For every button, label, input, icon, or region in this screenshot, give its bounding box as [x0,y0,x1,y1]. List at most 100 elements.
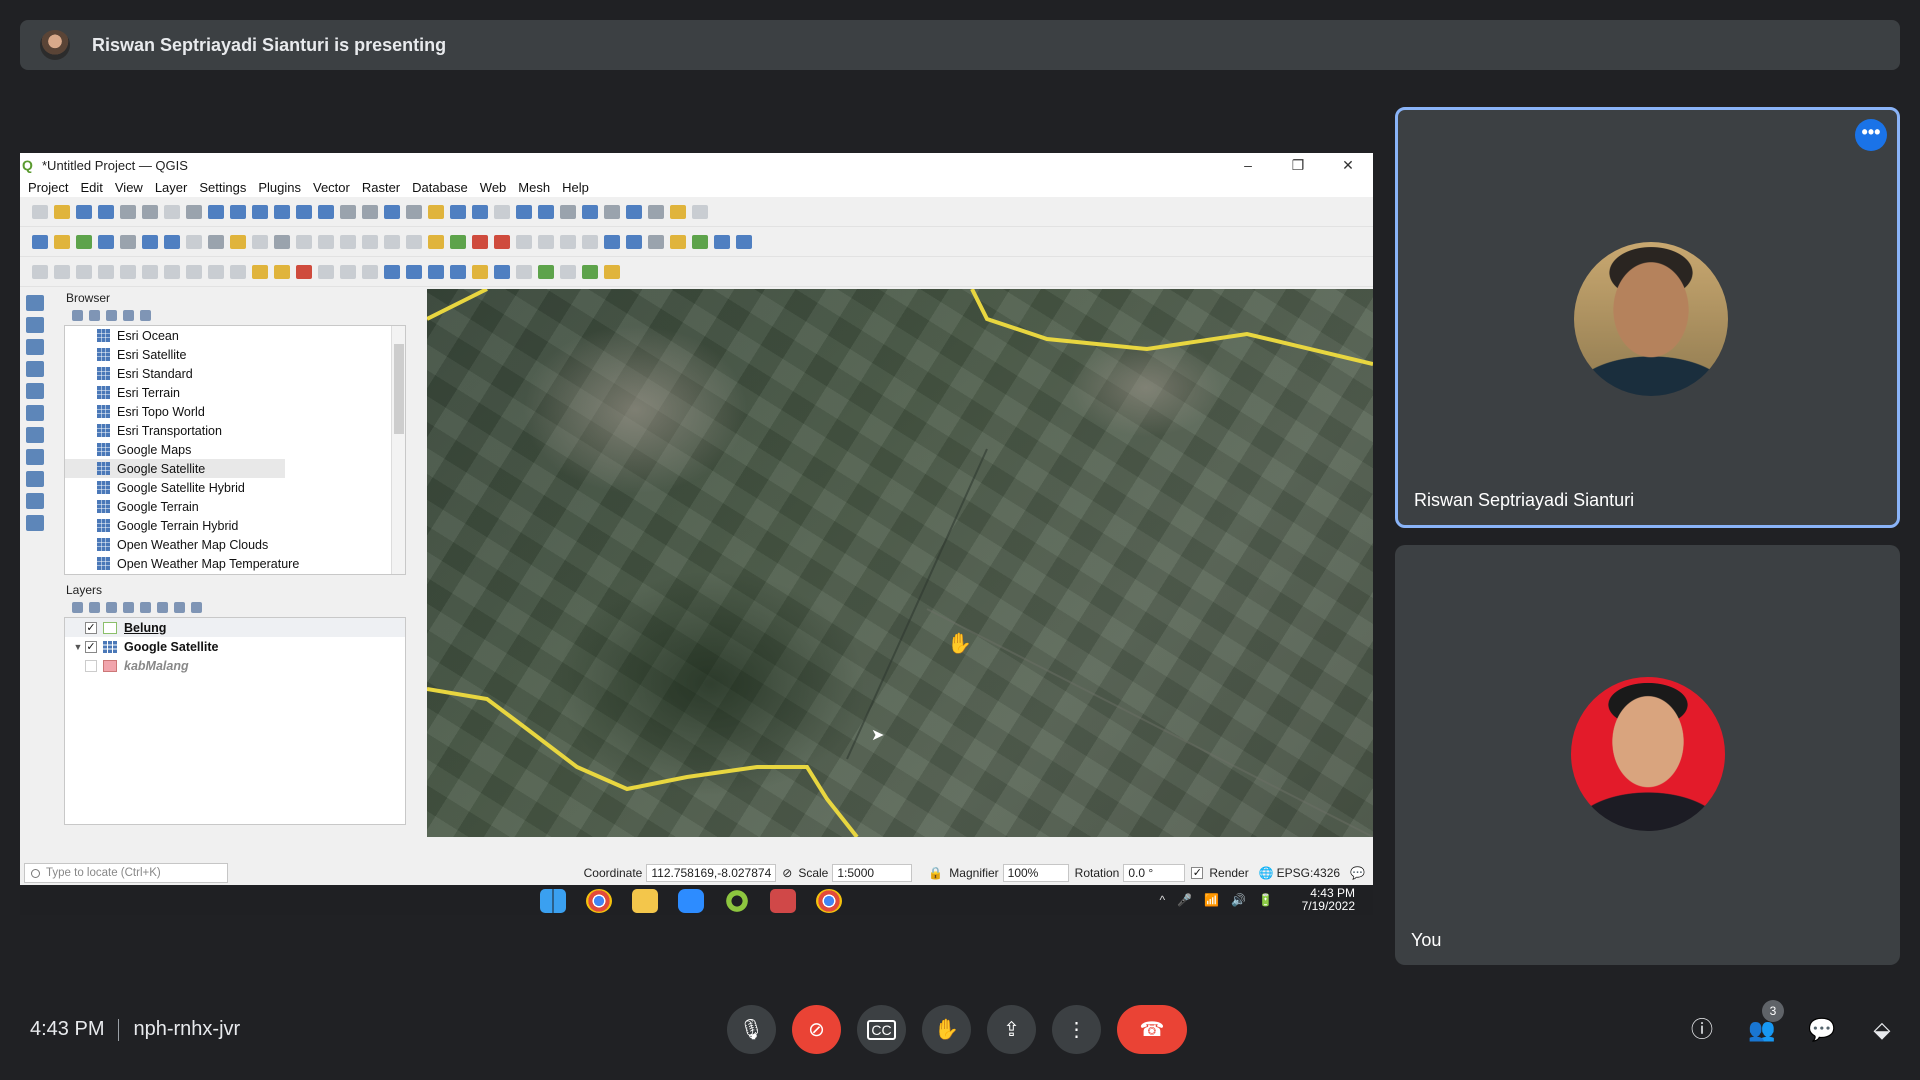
render-checkbox[interactable]: ✓ [1191,867,1204,879]
activities-icon: ⬙ [1873,1017,1891,1042]
layer-checkbox[interactable]: ✓ [85,621,97,634]
battery-icon[interactable]: 🔋 [1258,893,1273,907]
menu-item-edit[interactable]: Edit [80,180,102,195]
wifi-icon[interactable]: 📶 [1204,893,1219,907]
more-options-button[interactable]: ⋮ [1052,1005,1101,1054]
windows-start-icon[interactable] [540,889,566,913]
camera-button[interactable]: ⊘ [792,1005,841,1054]
lock-icon[interactable]: 🔒 [928,866,943,880]
menu-item-settings[interactable]: Settings [199,180,246,195]
chrome-icon[interactable] [586,889,612,913]
call-controls: 🎙 ⊘ CC ✋ ⇪ ⋮ ☎ [727,1005,1187,1054]
file-explorer-icon[interactable] [632,889,658,913]
boundary-lines [427,289,1373,837]
qgis-taskbar-icon[interactable] [724,889,750,913]
coordinate-field[interactable]: 112.758169,-8.027874 [646,864,777,882]
layers-panel-toolbar [64,599,424,615]
menu-item-project[interactable]: Project [28,180,68,195]
scale-field[interactable]: 1:5000 [832,864,913,882]
browser-scrollbar[interactable] [391,326,405,574]
snipping-tool-icon[interactable] [770,889,796,913]
browser-item-label: Open Weather Map Clouds [117,537,269,552]
menu-item-vector[interactable]: Vector [313,180,350,195]
layer-checkbox[interactable] [85,659,97,672]
map-canvas[interactable]: ✋ ➤ [427,289,1373,837]
digitizing-toolbar [20,289,60,861]
present-button[interactable]: ⇪ [987,1005,1036,1054]
xyz-tile-icon [97,538,110,551]
browser-item[interactable]: Esri Terrain [65,383,405,402]
browser-item[interactable]: Google Satellite [65,459,285,478]
mouse-cursor-icon: ➤ [871,727,885,744]
more-options-icon[interactable]: ••• [1855,119,1887,151]
layer-row-belung[interactable]: ✓ Belung [65,618,405,637]
browser-item[interactable]: Esri Ocean [65,326,405,345]
browser-item[interactable]: Google Maps [65,440,405,459]
microphone-icon[interactable]: 🎤 [1177,893,1192,907]
menu-item-help[interactable]: Help [562,180,589,195]
browser-item[interactable]: Google Satellite Hybrid [65,478,405,497]
participant-tile-self[interactable]: You [1395,545,1900,965]
browser-item-label: Esri Topo World [117,404,205,419]
menu-item-raster[interactable]: Raster [362,180,400,195]
participant-tile-presenter[interactable]: ••• Riswan Septriayadi Sianturi [1395,107,1900,528]
zoom-icon[interactable] [678,889,704,913]
present-screen-icon: ⇪ [1003,1019,1020,1041]
meeting-code: nph-rnhx-jvr [133,1018,241,1040]
layer-checkbox[interactable]: ✓ [85,640,97,653]
browser-item[interactable]: Google Terrain Hybrid [65,516,405,535]
restore-icon[interactable]: ❐ [1273,157,1323,174]
meeting-details-button[interactable]: ⓘ [1686,1012,1718,1048]
crs-toggle-icon[interactable]: ⊘ [782,866,792,880]
browser-item[interactable]: Open Weather Map Temperature [65,554,405,573]
menu-item-database[interactable]: Database [412,180,468,195]
browser-item-label: Google Terrain Hybrid [117,518,239,533]
expand-arrow-icon[interactable]: ▼ [71,642,85,652]
layer-name: Belung [124,620,167,635]
rotation-field[interactable]: 0.0 ° [1123,864,1186,882]
leave-call-button[interactable]: ☎ [1117,1005,1187,1054]
browser-item-label: Google Maps [117,442,192,457]
chrome-icon-2[interactable] [816,889,842,913]
microphone-button[interactable]: 🎙 [727,1005,776,1054]
qgis-toolbar-1 [20,197,1373,227]
menu-item-plugins[interactable]: Plugins [258,180,301,195]
close-icon[interactable]: ✕ [1323,157,1373,174]
volume-icon[interactable]: 🔊 [1231,893,1246,907]
menu-item-web[interactable]: Web [480,180,507,195]
xyz-tile-icon [97,405,110,418]
browser-item[interactable]: Esri Transportation [65,421,405,440]
raster-symbol-icon [103,640,117,653]
magnifier-field[interactable]: 100% [1002,864,1069,882]
shared-screen: Q *Untitled Project — QGIS – ❐ ✕ Project… [20,153,1373,915]
crs-button[interactable]: EPSG:4326 [1277,866,1340,880]
hand-icon: ✋ [934,1019,959,1041]
participant-avatar [1571,677,1725,831]
xyz-tile-icon [97,481,110,494]
browser-item[interactable]: Esri Standard [65,364,405,383]
people-button[interactable]: 👥 3 [1746,1000,1784,1048]
minimize-icon[interactable]: – [1223,157,1273,173]
menu-item-mesh[interactable]: Mesh [518,180,550,195]
layer-row-kabmalang[interactable]: kabMalang [65,656,405,675]
browser-item-label: Esri Ocean [117,328,179,343]
messages-icon[interactable]: 💬 [1350,866,1365,880]
layer-row-google-satellite[interactable]: ▼ ✓ Google Satellite [65,637,405,656]
meeting-time: 4:43 PM [30,1018,105,1040]
chat-button[interactable]: 💬 [1806,1012,1838,1048]
chevron-up-icon[interactable]: ^ [1160,893,1166,907]
browser-item[interactable]: Esri Satellite [65,345,405,364]
captions-button[interactable]: CC [857,1005,906,1054]
microphone-icon: 🎙 [738,1019,765,1041]
raise-hand-button[interactable]: ✋ [922,1005,971,1054]
menu-item-layer[interactable]: Layer [155,180,188,195]
taskbar-clock[interactable]: 4:43 PM 7/19/2022 [1302,887,1355,913]
browser-item[interactable]: Esri Topo World [65,402,405,421]
render-label: Render [1209,866,1249,880]
activities-button[interactable]: ⬙ [1866,1012,1898,1048]
browser-item[interactable]: Google Terrain [65,497,405,516]
browser-item[interactable]: Open Weather Map Clouds [65,535,405,554]
locator-input[interactable]: Type to locate (Ctrl+K) [24,863,228,883]
more-vert-icon: ⋮ [1066,1019,1087,1041]
menu-item-view[interactable]: View [115,180,143,195]
